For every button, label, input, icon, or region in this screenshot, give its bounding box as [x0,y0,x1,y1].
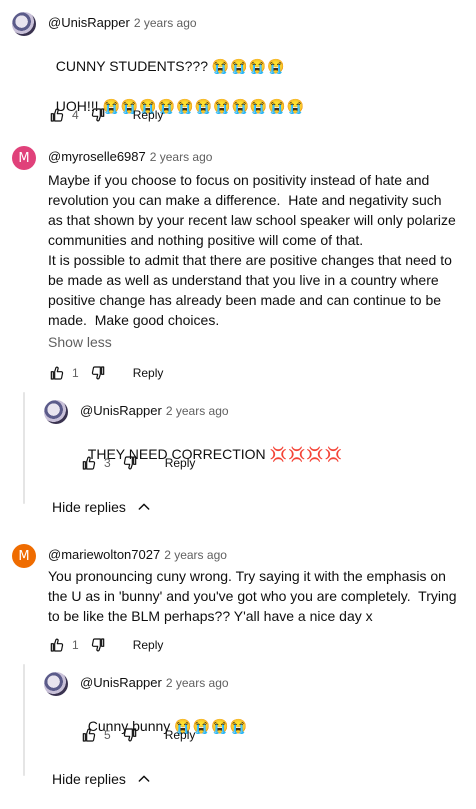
avatar[interactable] [44,400,68,424]
reply-button[interactable]: Reply [133,366,164,380]
comment-actions: 1 Reply [48,635,163,655]
like-count: 1 [72,366,79,380]
reply-button[interactable]: Reply [133,638,164,652]
like-count: 3 [104,456,111,470]
comment-actions: 4 Reply [48,105,163,125]
thread-line [23,392,25,504]
like-count: 5 [104,728,111,742]
comment-text: Maybe if you choose to focus on positivi… [48,172,456,328]
chevron-up-icon [136,771,152,787]
loudly-crying-emoji: 😭😭😭😭 [211,58,286,74]
thread-line [23,664,25,776]
avatar[interactable] [12,12,36,36]
comment-header: @UnisRapper 2 years ago [48,14,197,32]
reply-actions: 5 Reply [80,725,195,745]
reply-button[interactable]: Reply [133,108,164,122]
reply-header: @UnisRapper 2 years ago [80,402,229,420]
reply-button[interactable]: Reply [165,456,196,470]
reply-header: @UnisRapper 2 years ago [80,674,229,692]
comment-actions: 1 Reply [48,363,163,383]
like-icon[interactable] [48,107,64,123]
reply-actions: 3 Reply [80,453,195,473]
comment-text: CUNNY STUDENTS??? 😭😭😭😭 [48,36,286,76]
chevron-up-icon [136,499,152,515]
dislike-icon[interactable] [91,637,107,653]
comment-header: @mariewolton7027 2 years ago [48,546,227,564]
comment-text: You pronouncing cuny wrong. Try saying i… [48,568,461,624]
comment-header: @myroselle6987 2 years ago [48,148,212,166]
comment-author[interactable]: @myroselle6987 [48,149,146,164]
anger-symbol-emoji: 💢💢💢💢 [269,446,344,462]
reply-time[interactable]: 2 years ago [166,404,229,418]
hide-replies-button[interactable]: Hide replies [52,499,152,515]
show-less-button[interactable]: Show less [48,334,112,350]
comment-time[interactable]: 2 years ago [164,548,227,562]
reply-author[interactable]: @UnisRapper [80,675,162,690]
dislike-icon[interactable] [91,107,107,123]
comment-text-line: CUNNY STUDENTS??? [55,58,209,74]
hide-replies-label: Hide replies [52,499,126,515]
comment-author[interactable]: @mariewolton7027 [48,547,160,562]
dislike-icon[interactable] [91,365,107,381]
like-icon[interactable] [80,455,96,471]
hide-replies-label: Hide replies [52,771,126,787]
like-icon[interactable] [48,365,64,381]
avatar[interactable]: M [12,544,36,568]
comment-time[interactable]: 2 years ago [150,150,213,164]
reply-author[interactable]: @UnisRapper [80,403,162,418]
reply-time[interactable]: 2 years ago [166,676,229,690]
like-icon[interactable] [80,727,96,743]
comment-author[interactable]: @UnisRapper [48,15,130,30]
like-count: 1 [72,638,79,652]
like-icon[interactable] [48,637,64,653]
avatar[interactable] [44,672,68,696]
like-count: 4 [72,108,79,122]
hide-replies-button[interactable]: Hide replies [52,771,152,787]
comment-time[interactable]: 2 years ago [134,16,197,30]
reply-button[interactable]: Reply [165,728,196,742]
dislike-icon[interactable] [123,727,139,743]
avatar-letter: M [18,548,30,564]
dislike-icon[interactable] [123,455,139,471]
avatar[interactable]: M [12,146,36,170]
avatar-letter: M [18,150,30,166]
